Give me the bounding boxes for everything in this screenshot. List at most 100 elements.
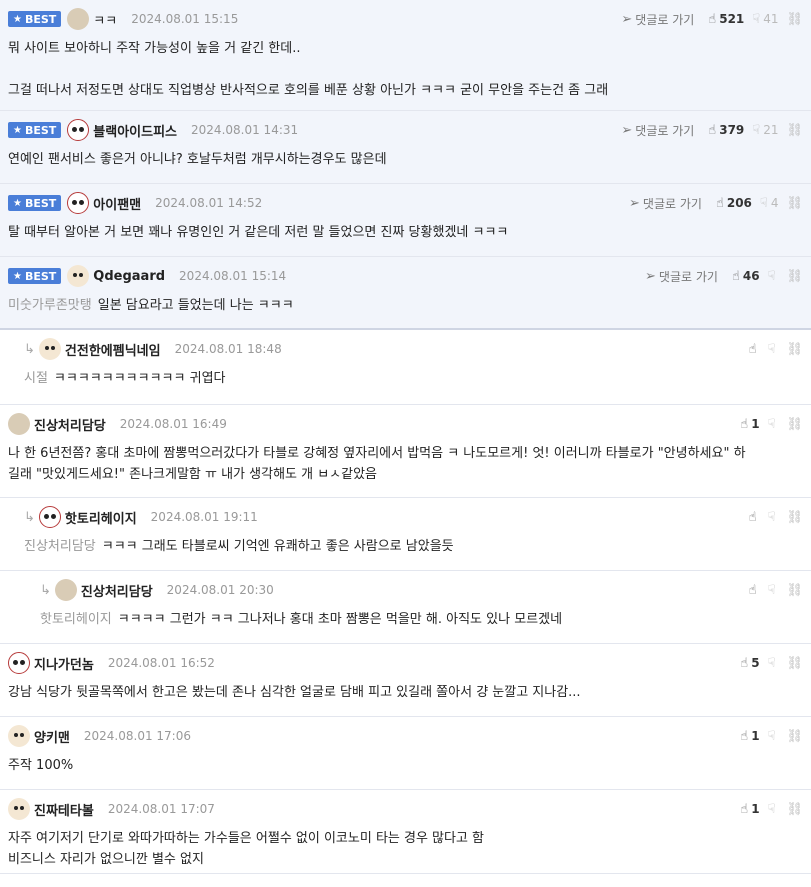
goto-comment-link[interactable]: ➢ 댓글로 가기	[621, 11, 694, 28]
dislike-button[interactable]: ☟	[768, 657, 779, 670]
comment-body: 주작 100%	[8, 755, 803, 776]
link-button[interactable]: ⛓	[786, 13, 803, 26]
reply-target[interactable]: 진상처리담당	[24, 539, 96, 554]
link-button[interactable]: ⛓	[786, 730, 803, 743]
comment-header: ★ BEST ㅋㅋ 2024.08.01 15:15 ➢ 댓글로 가기 ☝ 521 ☟ 41 ⛓	[8, 6, 803, 32]
author-nickname[interactable]: 진짜테타볼	[34, 800, 94, 819]
link-button[interactable]: ⛓	[786, 657, 803, 670]
author-nickname[interactable]: 건전한에펨닉네임	[65, 340, 161, 359]
author-nickname[interactable]: 지나가던놈	[34, 654, 94, 673]
author-nickname[interactable]: 아이팬맨	[93, 194, 141, 213]
avatar[interactable]	[38, 338, 61, 360]
best-badge: ★ BEST	[8, 122, 62, 138]
best-label: BEST	[24, 196, 57, 210]
avatar[interactable]	[8, 652, 30, 674]
star-icon: ★	[13, 197, 22, 209]
author-nickname[interactable]: 블랙아이드피스	[93, 121, 177, 140]
thumbs-up-icon: ☝	[740, 655, 749, 671]
link-button[interactable]: ⛓	[786, 197, 803, 210]
reply-target[interactable]: 시절	[24, 371, 48, 386]
comment-actions: ➢ 댓글로 가기 ☝ 379 ☟ 21 ⛓	[621, 122, 803, 139]
star-icon: ★	[13, 13, 22, 25]
comment-text: 비즈니스 자리가 없으니깐 별수 없지	[8, 852, 204, 867]
comment: 지나가던놈 2024.08.01 16:52 ☝ 5 ☟ ⛓ 강남 식당가 뒷골목쪽에서 한…	[0, 644, 811, 717]
like-button[interactable]: ☝ 206	[716, 196, 752, 210]
dislike-button[interactable]: ☟	[768, 511, 779, 524]
goto-comment-link[interactable]: ➢ 댓글로 가기	[629, 195, 702, 212]
dislike-button[interactable]: ☟	[768, 343, 779, 356]
star-icon: ★	[13, 124, 22, 136]
like-button[interactable]: ☝ 5	[740, 656, 759, 670]
goto-comment-link[interactable]: ➢ 댓글로 가기	[645, 268, 718, 285]
link-icon: ⛓	[786, 416, 803, 432]
reply-target[interactable]: 핫토리헤이지	[40, 612, 112, 627]
comment-date: 2024.08.01 16:49	[119, 417, 227, 431]
author-nickname[interactable]: Qdegaard	[93, 269, 165, 284]
link-button[interactable]: ⛓	[786, 343, 803, 356]
reply-comment: ↳ 건전한에펨닉네임 2024.08.01 18:48 ☝ ☟ ⛓ 시절 ㅋㅋㅋㅋㅋㅋㅋㅋㅋㅋ…	[0, 330, 811, 405]
dislike-button[interactable]: ☟	[768, 730, 779, 743]
link-button[interactable]: ⛓	[786, 418, 803, 431]
link-button[interactable]: ⛓	[786, 124, 803, 137]
goto-label: 댓글로 가기	[658, 269, 718, 284]
reply-arrow-icon: ↳	[24, 341, 35, 357]
like-button[interactable]: ☝	[749, 343, 760, 356]
dislike-button[interactable]: ☟ 41	[752, 12, 778, 26]
comment: 진짜테타볼 2024.08.01 17:07 ☝ 1 ☟ ⛓ 자주 여기저기 단기로 와따가…	[0, 790, 811, 874]
best-badge: ★ BEST	[8, 195, 62, 211]
avatar[interactable]	[38, 506, 61, 528]
comment-text: 일본 담요라고 들었는데 나는 ㅋㅋㅋ	[97, 298, 294, 313]
comment-actions: ➢ 댓글로 가기 ☝ 521 ☟ 41 ⛓	[621, 11, 803, 28]
author-nickname[interactable]: 진상처리담당	[81, 581, 153, 600]
comment-header: 양키맨 2024.08.01 17:06 ☝ 1 ☟ ⛓	[8, 723, 803, 749]
author-nickname[interactable]: 진상처리담당	[34, 415, 106, 434]
avatar[interactable]	[8, 413, 30, 435]
author-nickname[interactable]: 양키맨	[34, 727, 70, 746]
avatar[interactable]	[8, 725, 30, 747]
thumbs-up-icon: ☝	[708, 122, 717, 138]
avatar[interactable]	[8, 798, 30, 820]
comment-actions: ☝ 1 ☟ ⛓	[740, 729, 803, 743]
comment-date: 2024.08.01 18:48	[174, 342, 282, 356]
like-button[interactable]: ☝ 379	[708, 123, 744, 137]
dislike-button[interactable]: ☟	[768, 270, 779, 283]
comment-date: 2024.08.01 15:14	[179, 269, 287, 283]
thumbs-up-icon: ☝	[708, 11, 717, 27]
link-button[interactable]: ⛓	[786, 803, 803, 816]
link-button[interactable]: ⛓	[786, 270, 803, 283]
comment-body: 뭐 사이트 보아하니 주작 가능성이 높을 거 같긴 한데.. 그걸 떠나서 저…	[8, 38, 803, 101]
comment-actions: ☝ ☟ ⛓	[749, 584, 803, 597]
like-button[interactable]: ☝	[749, 584, 760, 597]
thumbs-up-icon: ☝	[731, 268, 740, 284]
avatar[interactable]	[67, 192, 90, 214]
link-button[interactable]: ⛓	[786, 511, 803, 524]
like-button[interactable]: ☝ 1	[740, 802, 759, 816]
goto-comment-link[interactable]: ➢ 댓글로 가기	[621, 122, 694, 139]
comment-line: 그걸 떠나서 저정도면 상대도 직업병상 반사적으로 호의를 베푼 상황 아닌가…	[8, 80, 803, 101]
avatar[interactable]	[67, 265, 90, 287]
like-button[interactable]: ☝ 1	[740, 729, 759, 743]
like-button[interactable]: ☝ 46	[732, 269, 760, 283]
dislike-button[interactable]: ☟ 21	[752, 123, 778, 137]
thumbs-down-icon: ☟	[752, 122, 761, 138]
reply-target[interactable]: 미숫가루존맛탱	[8, 298, 92, 313]
like-button[interactable]: ☝ 1	[740, 417, 759, 431]
dislike-button[interactable]: ☟	[768, 803, 779, 816]
avatar[interactable]	[54, 579, 77, 601]
dislike-button[interactable]: ☟	[768, 418, 779, 431]
dislike-button[interactable]: ☟ 4	[760, 196, 779, 210]
like-button[interactable]: ☝	[749, 511, 760, 524]
author-nickname[interactable]: 핫토리헤이지	[65, 508, 137, 527]
avatar[interactable]	[67, 119, 90, 141]
dislike-button[interactable]: ☟	[768, 584, 779, 597]
comment-date: 2024.08.01 14:52	[155, 196, 263, 210]
comment-text: 연예인 팬서비스 좋은거 아니냐? 호날두처럼 개무시하는경우도 많은데	[8, 152, 387, 167]
like-button[interactable]: ☝ 521	[708, 12, 744, 26]
author-nickname[interactable]: ㅋㅋ	[93, 10, 117, 29]
avatar[interactable]	[67, 8, 90, 30]
comment-list: ★ BEST ㅋㅋ 2024.08.01 15:15 ➢ 댓글로 가기 ☝ 521 ☟ 41 ⛓ 뭐 …	[0, 0, 811, 874]
link-button[interactable]: ⛓	[786, 584, 803, 597]
comment-body: 자주 여기저기 단기로 와따가따하는 가수들은 어쩔수 없이 이코노미 타는 경…	[8, 828, 803, 870]
comment-header: ★ BEST Qdegaard 2024.08.01 15:14 ➢ 댓글로 가기 ☝ 46 ☟…	[8, 263, 803, 289]
comment-body: 탈 때부터 알아본 거 보면 꽤나 유명인인 거 같은데 저런 말 들었으면 진…	[8, 222, 803, 243]
